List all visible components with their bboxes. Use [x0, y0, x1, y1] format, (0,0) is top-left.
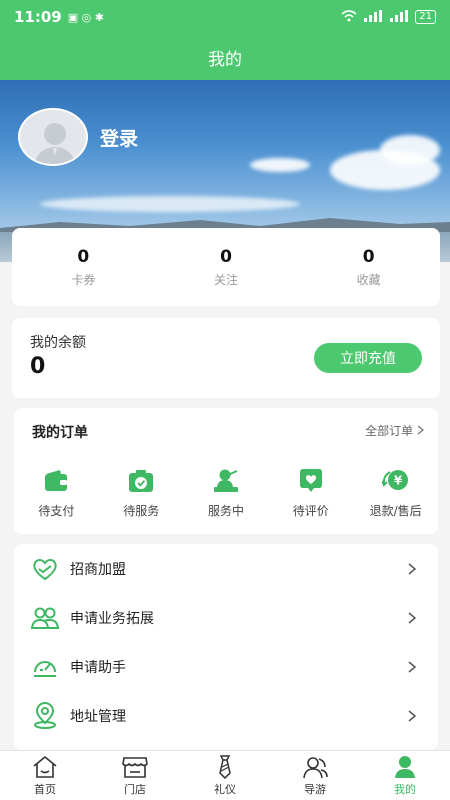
order-pending-review[interactable]: 待评价 — [268, 468, 353, 519]
login-link[interactable]: 登录 — [100, 124, 138, 151]
chevron-right-icon — [408, 562, 416, 575]
menu-item-franchise[interactable]: 招商加盟 — [14, 544, 438, 593]
recharge-button[interactable]: 立即充值 — [314, 343, 422, 373]
wifi-icon — [341, 9, 357, 25]
wallet-icon — [45, 470, 68, 491]
home-icon — [33, 755, 57, 778]
stat-label: 卡券 — [71, 272, 96, 287]
status-right: 21 — [341, 9, 436, 25]
tab-label: 首页 — [34, 782, 56, 796]
stat-label: 关注 — [214, 272, 239, 287]
tab-guide[interactable]: 导游 — [270, 751, 360, 800]
orders-card: 我的订单 全部订单 待支付 待服务 服务中 待评价 ¥ 退款/售后 — [14, 408, 438, 534]
guide-icon — [303, 756, 328, 778]
menu-item-assistant[interactable]: 申请助手 — [14, 642, 438, 691]
stat-value: 0 — [362, 246, 375, 267]
status-time: 11:09 — [14, 8, 62, 26]
orders-title: 我的订单 — [32, 425, 88, 441]
order-label: 退款/售后 — [369, 504, 422, 518]
signal-icon-2 — [389, 9, 409, 25]
tab-etiquette[interactable]: 礼仪 — [180, 751, 270, 800]
status-notification-icons: ▣ ◎ ✱ — [67, 10, 104, 24]
tab-mine[interactable]: 我的 — [360, 751, 450, 800]
chevron-right-icon — [408, 709, 416, 722]
tab-label: 门店 — [124, 782, 146, 796]
order-label: 待服务 — [123, 504, 160, 518]
tie-icon — [219, 754, 231, 779]
tab-home[interactable]: 首页 — [0, 751, 90, 800]
order-pending-service[interactable]: 待服务 — [99, 468, 184, 519]
balance-card: 我的余额 0 立即充值 — [12, 318, 440, 398]
all-orders-label: 全部订单 — [365, 424, 414, 438]
order-pending-payment[interactable]: 待支付 — [14, 468, 99, 519]
menu-label: 地址管理 — [70, 708, 126, 725]
person-desk-icon — [213, 469, 238, 492]
stat-favorites[interactable]: 0 收藏 — [297, 228, 440, 306]
store-icon — [122, 756, 148, 778]
menu-label: 招商加盟 — [70, 561, 126, 578]
stat-value: 0 — [220, 246, 232, 267]
camera-icon — [129, 470, 154, 492]
user-icon — [395, 755, 415, 778]
avatar[interactable] — [18, 108, 88, 166]
balance-label: 我的余额 — [30, 335, 86, 351]
speedometer-icon — [34, 660, 56, 677]
tab-bar: 首页 门店 礼仪 导游 我的 — [0, 750, 450, 800]
order-refund[interactable]: ¥ 退款/售后 — [353, 468, 438, 519]
stats-card: 0 卡券 0 关注 0 收藏 — [12, 228, 440, 306]
order-label: 服务中 — [207, 504, 244, 518]
svg-text:¥: ¥ — [393, 474, 402, 488]
order-label: 待评价 — [292, 504, 329, 518]
handshake-heart-icon — [33, 558, 57, 580]
chevron-right-icon — [408, 611, 416, 624]
menu-item-business-expansion[interactable]: 申请业务拓展 — [14, 593, 438, 642]
location-pin-icon — [34, 701, 56, 729]
tab-label: 导游 — [304, 782, 326, 796]
stat-following[interactable]: 0 关注 — [155, 228, 298, 306]
heart-bubble-icon — [299, 469, 322, 492]
signal-icon — [363, 9, 383, 25]
status-bar: 11:09 ▣ ◎ ✱ 21 — [0, 0, 450, 34]
page-title: 我的 — [0, 34, 450, 80]
tab-store[interactable]: 门店 — [90, 751, 180, 800]
balance-value: 0 — [30, 354, 46, 379]
people-icon — [30, 607, 60, 629]
stat-coupons[interactable]: 0 卡券 — [12, 228, 155, 306]
order-in-service[interactable]: 服务中 — [184, 468, 269, 519]
yen-refund-icon: ¥ — [381, 470, 408, 490]
tab-label: 我的 — [394, 782, 416, 796]
all-orders-link[interactable]: 全部订单 — [365, 422, 425, 439]
menu-card: 招商加盟 申请业务拓展 申请助手 地址管理 — [14, 544, 438, 750]
battery-indicator: 21 — [415, 10, 436, 24]
stat-value: 0 — [77, 246, 90, 267]
stat-label: 收藏 — [356, 272, 381, 287]
order-label: 待支付 — [38, 504, 75, 518]
menu-item-address[interactable]: 地址管理 — [14, 691, 438, 740]
menu-label: 申请助手 — [70, 659, 126, 676]
tab-label: 礼仪 — [214, 782, 236, 796]
menu-label: 申请业务拓展 — [70, 610, 154, 627]
chevron-right-icon — [417, 424, 425, 438]
chevron-right-icon — [408, 660, 416, 673]
